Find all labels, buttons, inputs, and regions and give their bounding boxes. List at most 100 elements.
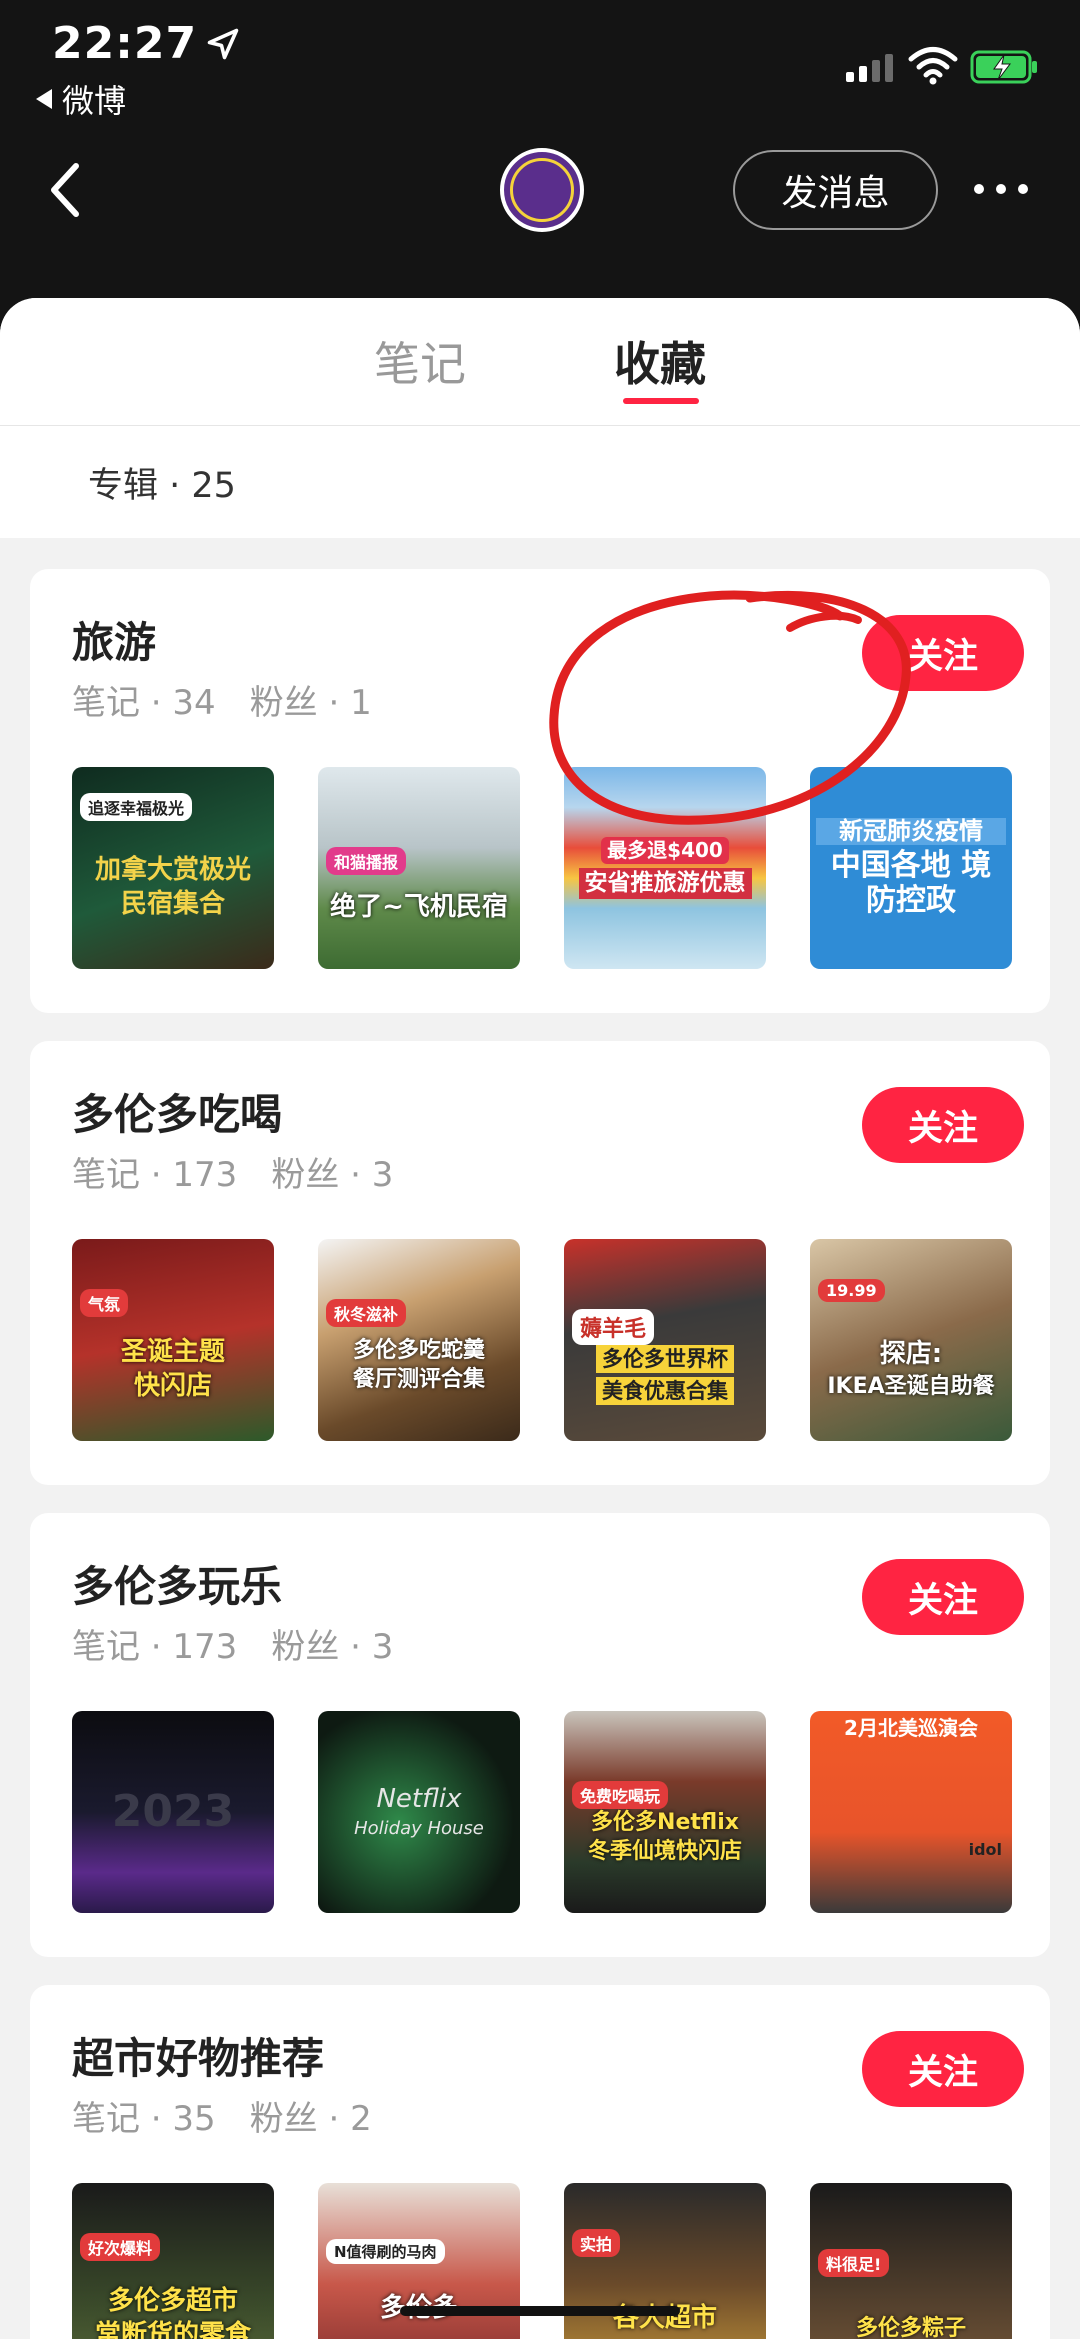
- back-chevron-icon[interactable]: [46, 160, 86, 220]
- album-stats: 笔记 · 35 粉丝 · 2: [72, 2091, 372, 2140]
- album-stats: 笔记 · 34 粉丝 · 1: [72, 675, 372, 724]
- album-title: 旅游: [72, 618, 157, 667]
- thumbnail-title: 多伦多粽子: [855, 2316, 966, 2339]
- thumbnail-tag: N值得刷的马肉: [326, 2239, 445, 2264]
- back-to-app-link[interactable]: 微博: [36, 76, 126, 122]
- avatar-ring: [510, 158, 574, 222]
- thumbnail-subtitle: idol: [968, 1840, 1002, 1859]
- thumbnail-title: 绝了~飞机民宿: [330, 892, 508, 923]
- thumbnail-title: 加拿大赏极光: [94, 855, 251, 886]
- album-count-bar[interactable]: 专辑 · 25: [0, 426, 1080, 538]
- album-notes-count: 笔记 · 173: [72, 1627, 238, 1667]
- thumbnail-subtitle: 冬季仙境快闪店: [587, 1839, 742, 1864]
- album-notes-count: 笔记 · 173: [72, 1155, 238, 1195]
- follow-button[interactable]: 关注: [862, 615, 1024, 691]
- thumbnail-title: 2023: [111, 1785, 235, 1837]
- note-thumbnail[interactable]: 2月北美巡演会 idol: [810, 1711, 1012, 1913]
- thumbnail-title: 探店:: [879, 1339, 943, 1370]
- album-thumbnails: 2023 Netflix Holiday House 免费吃喝玩 多伦多Netf…: [72, 1711, 1012, 1913]
- album-count-label: 专辑 · 25: [88, 465, 236, 506]
- note-thumbnail[interactable]: 秋冬滋补 多伦多吃蛇羹 餐厅测评合集: [318, 1239, 520, 1441]
- active-tab-indicator: [623, 398, 699, 404]
- note-thumbnail[interactable]: 免费吃喝玩 多伦多Netflix 冬季仙境快闪店: [564, 1711, 766, 1913]
- back-app-label: 微博: [62, 82, 127, 120]
- thumbnail-subtitle: 中国各地 境防控政: [830, 848, 992, 918]
- note-thumbnail[interactable]: Netflix Holiday House: [318, 1711, 520, 1913]
- time-text: 22:27: [52, 18, 198, 69]
- tab-notes[interactable]: 笔记: [374, 328, 466, 394]
- note-thumbnail[interactable]: 气氛 圣诞主题 快闪店: [72, 1239, 274, 1441]
- thumbnail-tag: 追逐幸福极光: [80, 793, 193, 821]
- profile-tabs: 笔记 收藏: [0, 298, 1080, 426]
- album-card-travel[interactable]: 旅游 笔记 · 34 粉丝 · 1 关注 追逐幸福极光 加拿大赏极光 民宿集合 …: [30, 569, 1050, 1013]
- follow-button[interactable]: 关注: [862, 1087, 1024, 1163]
- thumbnail-subtitle: 快闪店: [133, 1371, 212, 1401]
- thumbnail-title: 2月北美巡演会: [844, 1716, 978, 1740]
- album-card-food[interactable]: 多伦多吃喝 笔记 · 173 粉丝 · 3 关注 气氛 圣诞主题 快闪店 秋冬滋…: [30, 1041, 1050, 1485]
- status-time: 22:27: [52, 18, 241, 69]
- album-thumbnails: 气氛 圣诞主题 快闪店 秋冬滋补 多伦多吃蛇羹 餐厅测评合集 薅羊毛 多伦多世界…: [72, 1239, 1012, 1441]
- back-triangle-icon: [36, 89, 52, 109]
- note-thumbnail[interactable]: 追逐幸福极光 加拿大赏极光 民宿集合: [72, 767, 274, 969]
- location-arrow-icon: [207, 28, 239, 59]
- note-thumbnail[interactable]: 薅羊毛 多伦多世界杯 美食优惠合集: [564, 1239, 766, 1441]
- wifi-icon: [908, 47, 958, 85]
- album-stats: 笔记 · 173 粉丝 · 3: [72, 1619, 393, 1668]
- thumbnail-subtitle: 安省推旅游优惠: [578, 868, 752, 899]
- thumbnail-tag: 好次爆料: [80, 2233, 161, 2261]
- thumbnail-tag: 料很足!: [818, 2249, 890, 2277]
- album-notes-count: 笔记 · 35: [72, 2099, 216, 2139]
- tab-favorites[interactable]: 收藏: [614, 328, 706, 394]
- cellular-signal-icon: [846, 52, 893, 82]
- album-card-supermarket[interactable]: 超市好物推荐 笔记 · 35 粉丝 · 2 关注 好次爆料 多伦多超市 常断货的…: [30, 1985, 1050, 2339]
- follow-button[interactable]: 关注: [862, 2031, 1024, 2107]
- content-sheet: 笔记 收藏 专辑 · 25 旅游 笔记 · 34 粉丝 · 1 关注 追逐幸福极…: [0, 298, 1080, 2339]
- thumbnail-subtitle: Holiday House: [354, 1817, 484, 1839]
- album-title: 超市好物推荐: [72, 2034, 325, 2083]
- thumbnail-tag: 薅羊毛: [572, 1309, 655, 1345]
- album-stats: 笔记 · 173 粉丝 · 3: [72, 1147, 393, 1196]
- thumbnail-subtitle: 餐厅测评合集: [352, 1367, 485, 1392]
- thumbnail-tag: 免费吃喝玩: [572, 1781, 669, 1809]
- thumbnail-title: 多伦多世界杯: [596, 1344, 734, 1373]
- thumbnail-tag: 气氛: [80, 1289, 129, 1317]
- thumbnail-title: Netflix: [376, 1783, 462, 1814]
- more-options-icon[interactable]: [974, 174, 1028, 204]
- home-indicator[interactable]: [400, 2306, 680, 2316]
- note-thumbnail[interactable]: 2023: [72, 1711, 274, 1913]
- album-title: 多伦多吃喝: [72, 1090, 283, 1139]
- follow-button[interactable]: 关注: [862, 1559, 1024, 1635]
- note-thumbnail[interactable]: 好次爆料 多伦多超市 常断货的零食: [72, 2183, 274, 2339]
- profile-avatar[interactable]: [500, 148, 584, 232]
- thumbnail-title: 多伦多吃蛇羹: [352, 1337, 485, 1363]
- album-fans-count: 粉丝 · 2: [249, 2099, 372, 2139]
- thumbnail-subtitle: 民宿集合: [120, 889, 225, 919]
- thumbnail-title: 多伦多超市: [107, 2286, 238, 2317]
- album-title: 多伦多玩乐: [72, 1562, 283, 1611]
- album-fans-count: 粉丝 · 3: [271, 1155, 394, 1195]
- thumbnail-subtitle: 美食优惠合集: [596, 1377, 734, 1406]
- thumbnail-title: 圣诞主题: [120, 1337, 225, 1368]
- note-thumbnail[interactable]: 19.99 探店: IKEA圣诞自助餐: [810, 1239, 1012, 1441]
- thumbnail-tag: 和猫播报: [326, 847, 407, 875]
- thumbnail-title: 最多退$400: [601, 837, 729, 865]
- status-bar: 22:27 微博: [0, 0, 1080, 140]
- note-thumbnail[interactable]: 料很足! 多伦多粽子: [810, 2183, 1012, 2339]
- thumbnail-tag: 19.99: [818, 1279, 885, 1302]
- note-thumbnail[interactable]: 和猫播报 绝了~飞机民宿: [318, 767, 520, 969]
- thumbnail-subtitle: IKEA圣诞自助餐: [827, 1374, 995, 1400]
- album-fans-count: 粉丝 · 3: [271, 1627, 394, 1667]
- thumbnail-tag: 实拍: [572, 2229, 621, 2257]
- note-thumbnail[interactable]: 新冠肺炎疫情 中国各地 境防控政: [810, 767, 1012, 969]
- thumbnail-subtitle: 常断货的零食: [94, 2320, 251, 2339]
- album-card-entertainment[interactable]: 多伦多玩乐 笔记 · 173 粉丝 · 3 关注 2023 Netflix Ho…: [30, 1513, 1050, 1957]
- battery-charging-icon: [970, 50, 1037, 84]
- note-thumbnail[interactable]: 最多退$400 安省推旅游优惠: [564, 767, 766, 969]
- album-thumbnails: 追逐幸福极光 加拿大赏极光 民宿集合 和猫播报 绝了~飞机民宿 最多退$400 …: [72, 767, 1012, 969]
- thumbnail-tag: 秋冬滋补: [326, 1299, 407, 1327]
- album-fans-count: 粉丝 · 1: [249, 683, 372, 723]
- album-notes-count: 笔记 · 34: [72, 683, 216, 723]
- thumbnail-title: 新冠肺炎疫情: [816, 817, 1006, 846]
- send-message-button[interactable]: 发消息: [733, 150, 938, 230]
- thumbnail-title: 多伦多Netflix: [591, 1809, 739, 1835]
